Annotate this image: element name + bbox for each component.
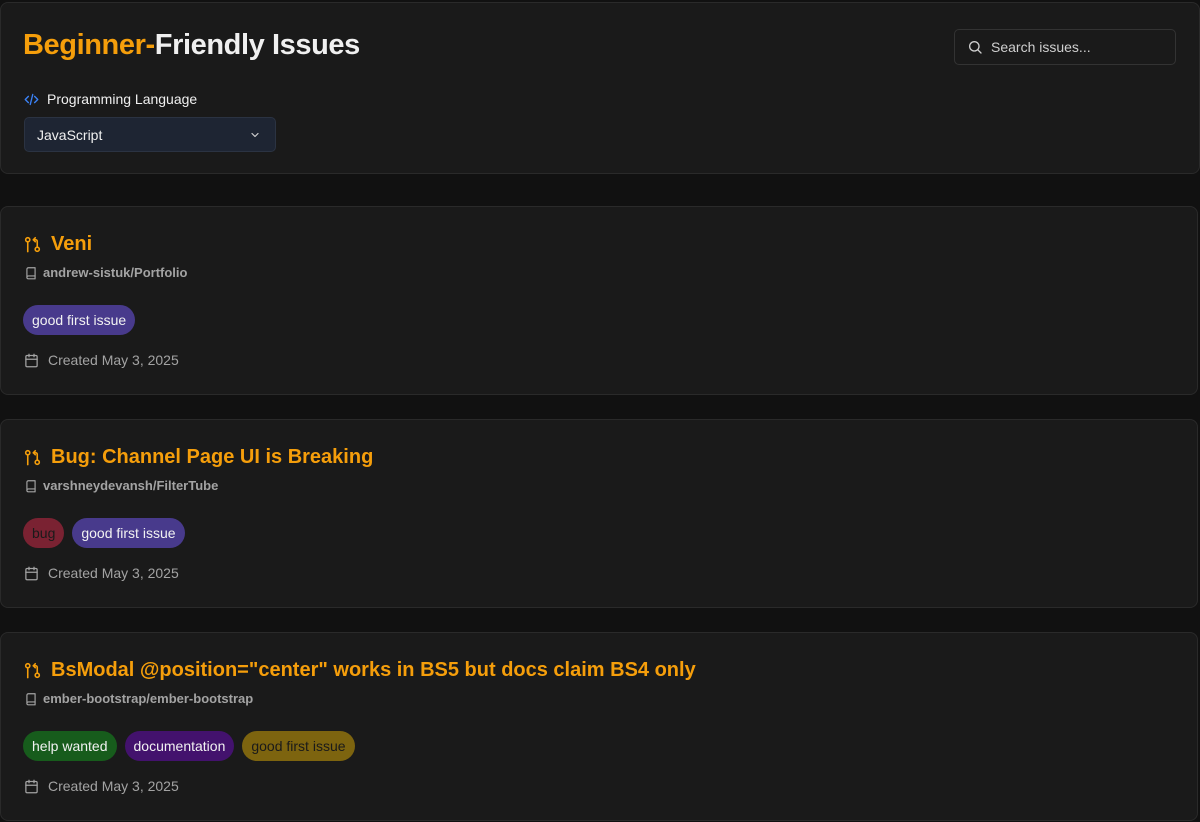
issue-created-text: Created May 3, 2025 bbox=[48, 352, 179, 368]
issue-card[interactable]: Veni andrew-sistuk/Portfolio good first … bbox=[0, 206, 1198, 395]
issue-repo-name[interactable]: andrew-sistuk/Portfolio bbox=[43, 265, 187, 280]
search-icon bbox=[969, 41, 982, 54]
label-bug[interactable]: bug bbox=[23, 518, 65, 548]
issue-created-text: Created May 3, 2025 bbox=[48, 565, 179, 581]
issue-title-row: Bug: Channel Page UI is Breaking bbox=[23, 446, 373, 469]
language-filter-label-text: Programming Language bbox=[47, 91, 198, 107]
issue-repo: andrew-sistuk/Portfolio bbox=[24, 265, 187, 280]
label-good-first-issue[interactable]: good first issue bbox=[23, 305, 136, 335]
chevron-down-icon bbox=[251, 132, 259, 137]
issue-title[interactable]: BsModal @position="center" works in BS5 … bbox=[51, 659, 696, 682]
issue-title-row: BsModal @position="center" works in BS5 … bbox=[23, 659, 696, 682]
issue-created-date: Created May 3, 2025 bbox=[24, 778, 179, 794]
header-card: Beginner-Friendly Issues Programming Lan… bbox=[0, 2, 1200, 174]
page-title: Beginner-Friendly Issues bbox=[23, 29, 360, 62]
calendar-icon bbox=[25, 779, 38, 793]
git-pull-request-icon bbox=[24, 449, 41, 466]
issue-created-date: Created May 3, 2025 bbox=[24, 565, 179, 581]
calendar-icon bbox=[25, 566, 38, 580]
issue-card[interactable]: BsModal @position="center" works in BS5 … bbox=[0, 632, 1198, 821]
git-pull-request-icon bbox=[24, 662, 41, 679]
language-select[interactable]: JavaScript bbox=[24, 117, 276, 152]
issue-repo: varshneydevansh/FilterTube bbox=[24, 478, 218, 493]
search-box[interactable] bbox=[954, 29, 1176, 65]
issue-card[interactable]: Bug: Channel Page UI is Breaking varshne… bbox=[0, 419, 1198, 608]
calendar-icon bbox=[25, 353, 38, 367]
issue-labels: help wanted documentation good first iss… bbox=[23, 731, 355, 761]
page-title-accent: Beginner- bbox=[23, 29, 155, 61]
label-documentation[interactable]: documentation bbox=[124, 731, 235, 761]
book-icon bbox=[26, 479, 36, 492]
issue-labels: good first issue bbox=[23, 305, 136, 335]
issue-created-text: Created May 3, 2025 bbox=[48, 778, 179, 794]
label-help-wanted[interactable]: help wanted bbox=[23, 731, 117, 761]
issue-created-date: Created May 3, 2025 bbox=[24, 352, 179, 368]
language-select-value: JavaScript bbox=[37, 126, 103, 143]
code-icon bbox=[24, 93, 39, 105]
language-filter-label: Programming Language bbox=[24, 91, 197, 107]
book-icon bbox=[26, 692, 36, 705]
search-input[interactable] bbox=[991, 39, 1161, 55]
label-good-first-issue[interactable]: good first issue bbox=[242, 731, 355, 761]
page-title-main: Friendly Issues bbox=[154, 29, 361, 61]
issue-repo-name[interactable]: ember-bootstrap/ember-bootstrap bbox=[43, 691, 253, 706]
issue-title[interactable]: Bug: Channel Page UI is Breaking bbox=[51, 446, 373, 469]
issue-title-row: Veni bbox=[23, 233, 92, 256]
issue-title[interactable]: Veni bbox=[51, 233, 92, 256]
issue-repo-name[interactable]: varshneydevansh/FilterTube bbox=[43, 478, 218, 493]
issue-repo: ember-bootstrap/ember-bootstrap bbox=[24, 691, 253, 706]
book-icon bbox=[26, 266, 36, 279]
git-pull-request-icon bbox=[24, 236, 41, 253]
issue-labels: bug good first issue bbox=[23, 518, 185, 548]
label-good-first-issue[interactable]: good first issue bbox=[72, 518, 185, 548]
